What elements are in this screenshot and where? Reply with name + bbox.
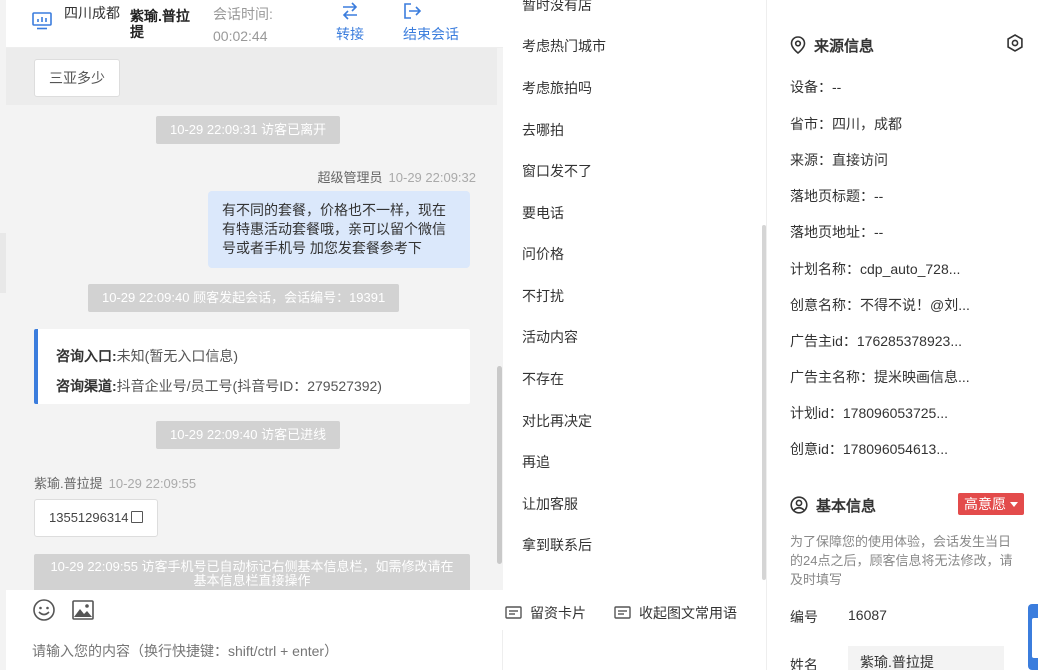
- source-info-title-text: 来源信息: [814, 38, 875, 55]
- user-circle-icon: [790, 496, 808, 514]
- lead-card-label: 留资卡片: [530, 605, 586, 621]
- quick-replies-panel: 暂时没有店 考虑热门城市 考虑旅拍吗 去哪拍 窗口发不了 要电话 问价格 不打扰…: [503, 0, 767, 590]
- source-creative-id: 创意id：178096054613...: [790, 441, 948, 457]
- source-device: 设备：--: [790, 79, 842, 95]
- image-icon[interactable]: [71, 598, 95, 622]
- quick-question-strip: 三亚多少: [6, 48, 497, 105]
- system-message: 10-29 22:09:40 访客已进线: [156, 421, 341, 449]
- monitor-icon: [32, 12, 52, 30]
- agent-time: 10-29 22:09:32: [388, 170, 476, 185]
- quick-reply-item[interactable]: 不存在: [522, 369, 564, 389]
- quick-reply-item[interactable]: 暂时没有店: [522, 0, 592, 15]
- visitor-message: 13551296314: [34, 499, 158, 537]
- system-message: 10-29 22:09:55 访客手机号已自动标记右侧基本信息栏，如需修改请在基…: [34, 554, 470, 590]
- quick-reply-item[interactable]: 活动内容: [522, 327, 578, 347]
- quick-reply-item[interactable]: 问价格: [522, 244, 564, 264]
- basic-info-title: 基本信息: [790, 495, 876, 516]
- quick-reply-item[interactable]: 考虑热门城市: [522, 36, 606, 56]
- source-landing-url: 落地页地址：--: [790, 224, 884, 240]
- agent-name: 超级管理员: [317, 170, 383, 185]
- chat-toolbar: [6, 590, 503, 630]
- quick-question-chip[interactable]: 三亚多少: [34, 59, 120, 97]
- session-time: 会话时间: 00:02:44: [213, 3, 273, 47]
- quick-reply-item[interactable]: 窗口发不了: [522, 161, 592, 181]
- message-card-icon: [614, 606, 631, 619]
- collapse-replies-label: 收起图文常用语: [639, 605, 737, 621]
- chat-messages: 三亚多少 10-29 22:09:31 访客已离开 超级管理员 10-29 22:…: [6, 48, 503, 590]
- session-time-label: 会话时间:: [213, 6, 273, 22]
- customer-id-value: 16087: [848, 607, 887, 623]
- quick-replies-toolbar: 留资卡片 收起图文常用语: [503, 590, 767, 670]
- chat-header: 四川成都 紫瑜.普拉提 会话时间: 00:02:44 转接 结束会话: [6, 0, 503, 48]
- channel-label: 咨询渠道:: [56, 378, 117, 394]
- end-session-button[interactable]: 结束会话: [403, 0, 465, 44]
- customer-name-label: 姓名: [790, 657, 818, 670]
- visitor-location: 四川成都: [64, 5, 120, 21]
- source-landing-title: 落地页标题：--: [790, 188, 884, 204]
- message-card-icon: [505, 606, 522, 619]
- lead-card-button[interactable]: 留资卡片: [505, 603, 586, 623]
- exit-icon: [404, 3, 422, 19]
- visitor-name: 紫瑜.普拉提: [130, 8, 190, 40]
- quick-reply-item[interactable]: 对比再决定: [522, 411, 592, 431]
- source-creative-name: 创意名称：不得不说！@刘...: [790, 297, 970, 313]
- system-message: 10-29 22:09:40 顾客发起会话，会话编号：19391: [88, 284, 400, 312]
- agent-message: 有不同的套餐，价格也不一样，现在有特惠活动套餐哦，亲可以留个微信号或者手机号 加…: [208, 191, 470, 268]
- entry-value: 未知(暂无入口信息): [116, 348, 238, 364]
- side-drawer-tab-inner: [1032, 618, 1038, 658]
- customer-name-field[interactable]: [848, 646, 1004, 670]
- replies-scrollbar[interactable]: [762, 225, 766, 580]
- system-message: 10-29 22:09:31 访客已离开: [156, 116, 341, 144]
- visitor-meta: 紫瑜.普拉提 10-29 22:09:55: [34, 473, 196, 492]
- intent-badge[interactable]: 高意愿: [958, 493, 1024, 515]
- message-input[interactable]: [32, 643, 492, 659]
- consult-info-card: 咨询入口:未知(暂无入口信息) 咨询渠道:抖音企业号/员工号(抖音号ID：279…: [34, 329, 470, 404]
- source-advertiser-id: 广告主id：176285378923...: [790, 333, 962, 349]
- edit-notice: 为了保障您的使用体验，会话发生当日的24点之后，顾客信息将无法修改，请及时填写: [790, 534, 1013, 587]
- copy-icon[interactable]: [130, 511, 143, 523]
- visitor-info-panel: 来源信息 设备：-- 省市：四川，成都 来源：直接访问 落地页标题：-- 落地页…: [768, 0, 1038, 670]
- source-province: 省市：四川，成都: [790, 116, 902, 132]
- channel-value: 抖音企业号/员工号(抖音号ID：279527392): [116, 378, 382, 394]
- source-advertiser-name: 广告主名称：提米映画信息...: [790, 369, 970, 385]
- agent-meta: 超级管理员 10-29 22:09:32: [318, 167, 476, 186]
- collapse-replies-button[interactable]: 收起图文常用语: [614, 603, 737, 623]
- quick-reply-item[interactable]: 考虑旅拍吗: [522, 78, 592, 98]
- transfer-icon: [342, 2, 358, 20]
- emoji-icon[interactable]: [32, 598, 56, 622]
- source-info-title: 来源信息: [790, 35, 874, 56]
- entry-label: 咨询入口:: [56, 348, 117, 364]
- customer-id-label: 编号: [790, 609, 818, 625]
- quick-reply-item[interactable]: 让加客服: [522, 494, 578, 514]
- end-session-label: 结束会话: [403, 26, 459, 42]
- chat-panel: 四川成都 紫瑜.普拉提 会话时间: 00:02:44 转接 结束会话 三亚多少 …: [6, 0, 503, 670]
- quick-reply-item[interactable]: 要电话: [522, 203, 564, 223]
- visitor-message-text: 13551296314: [49, 510, 129, 525]
- transfer-label: 转接: [336, 26, 364, 42]
- session-time-value: 00:02:44: [213, 28, 268, 44]
- quick-reply-item[interactable]: 不打扰: [522, 286, 564, 306]
- location-pin-icon: [790, 36, 806, 55]
- transfer-button[interactable]: 转接: [328, 0, 372, 44]
- source-plan-name: 计划名称：cdp_auto_728...: [790, 261, 961, 277]
- visitor-msg-name: 紫瑜.普拉提: [34, 476, 103, 491]
- quick-reply-item[interactable]: 再追: [522, 452, 550, 472]
- visitor-msg-time: 10-29 22:09:55: [108, 476, 197, 491]
- quick-reply-item[interactable]: 去哪拍: [522, 120, 564, 140]
- source-origin: 来源：直接访问: [790, 152, 888, 168]
- source-plan-id: 计划id：178096053725...: [790, 405, 948, 421]
- chat-scrollbar[interactable]: [497, 366, 502, 564]
- settings-icon[interactable]: [1006, 34, 1024, 52]
- quick-reply-item[interactable]: 拿到联系后: [522, 535, 592, 555]
- basic-info-title-text: 基本信息: [816, 498, 877, 515]
